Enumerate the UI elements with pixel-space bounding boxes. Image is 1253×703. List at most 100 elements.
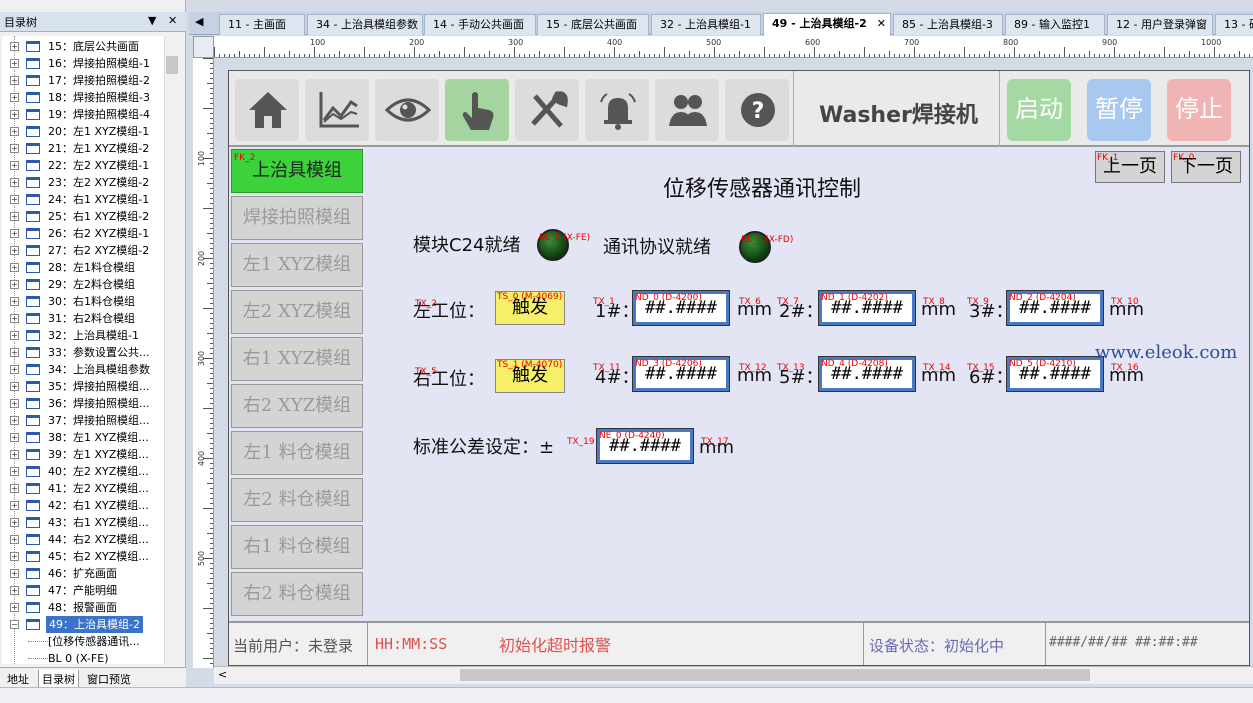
- menu-item-9[interactable]: 右2 料仓模组: [231, 572, 363, 616]
- menu-item-1[interactable]: 焊接拍照模组: [231, 196, 363, 240]
- tree-item[interactable]: +42：右1 XYZ模组...: [2, 497, 164, 514]
- menu-item-5[interactable]: 右2 XYZ模组: [231, 384, 363, 428]
- expand-icon[interactable]: +: [10, 501, 19, 510]
- tools-button[interactable]: [515, 79, 579, 141]
- tree-item[interactable]: +29：左2料仓模组: [2, 276, 164, 293]
- tab-page[interactable]: 14 - 手动公共画面: [424, 14, 536, 35]
- expand-icon[interactable]: +: [10, 416, 19, 425]
- horizontal-scrollbar-thumb[interactable]: [460, 669, 1090, 681]
- tab-page[interactable]: 15 - 底层公共画面: [537, 14, 649, 35]
- tree-item[interactable]: +15：底层公共画面: [2, 38, 164, 55]
- tab-address[interactable]: 地址: [4, 670, 32, 688]
- tree-item[interactable]: +23：左2 XYZ模组-2: [2, 174, 164, 191]
- expand-icon[interactable]: +: [10, 450, 19, 459]
- expand-icon[interactable]: −: [10, 620, 19, 629]
- expand-icon[interactable]: +: [10, 127, 19, 136]
- tree-item[interactable]: +25：右1 XYZ模组-2: [2, 208, 164, 225]
- expand-icon[interactable]: +: [10, 144, 19, 153]
- tree-scrollbar[interactable]: [164, 36, 180, 664]
- tree-item[interactable]: +35：焊接拍照模组...: [2, 378, 164, 395]
- tree-item[interactable]: +28：左1料仓模组: [2, 259, 164, 276]
- tree-item[interactable]: +44：右2 XYZ模组...: [2, 531, 164, 548]
- home-button[interactable]: [235, 79, 299, 141]
- expand-icon[interactable]: +: [10, 535, 19, 544]
- tree-item[interactable]: +34：上治具模组参数: [2, 361, 164, 378]
- alarm-button[interactable]: [585, 79, 649, 141]
- scroll-left-icon[interactable]: <: [218, 668, 227, 681]
- expand-icon[interactable]: +: [10, 586, 19, 595]
- tree-item[interactable]: +31：右2料仓模组: [2, 310, 164, 327]
- tab-page[interactable]: 85 - 上治具模组-3: [893, 14, 1003, 35]
- expand-icon[interactable]: +: [10, 603, 19, 612]
- expand-icon[interactable]: +: [10, 433, 19, 442]
- tree-item[interactable]: +21：左1 XYZ模组-2: [2, 140, 164, 157]
- monitor-button[interactable]: [375, 79, 439, 141]
- tree-item[interactable]: +38：左1 XYZ模组...: [2, 429, 164, 446]
- expand-icon[interactable]: +: [10, 59, 19, 68]
- close-icon[interactable]: ✕: [168, 14, 177, 27]
- expand-icon[interactable]: +: [10, 178, 19, 187]
- expand-icon[interactable]: +: [10, 76, 19, 85]
- tab-close-icon[interactable]: ✕: [877, 14, 886, 33]
- stop-button[interactable]: 停止: [1167, 79, 1231, 141]
- expand-icon[interactable]: +: [10, 229, 19, 238]
- manual-button[interactable]: [445, 79, 509, 141]
- tree-item[interactable]: +17：焊接拍照模组-2: [2, 72, 164, 89]
- tree-item[interactable]: +41：左2 XYZ模组...: [2, 480, 164, 497]
- menu-item-2[interactable]: 左1 XYZ模组: [231, 243, 363, 287]
- tab-page[interactable]: 32 - 上治具模组-1: [651, 14, 761, 35]
- start-button[interactable]: 启动: [1007, 79, 1071, 141]
- pin-dropdown-icon[interactable]: ▼: [148, 14, 156, 27]
- expand-icon[interactable]: +: [10, 365, 19, 374]
- tab-page[interactable]: 34 - 上治具模组参数: [307, 14, 423, 35]
- tree-subitem[interactable]: BL 0 (X-FE): [2, 650, 164, 664]
- tree-item[interactable]: +37：焊接拍照模组...: [2, 412, 164, 429]
- help-button[interactable]: ?: [725, 79, 789, 141]
- tree-item[interactable]: +43：右1 XYZ模组...: [2, 514, 164, 531]
- tab-page[interactable]: 49 - 上治具模组-2 ✕: [763, 13, 891, 36]
- tree-item[interactable]: +39：左1 XYZ模组...: [2, 446, 164, 463]
- menu-item-7[interactable]: 左2 料仓模组: [231, 478, 363, 522]
- tree-item[interactable]: +33：参数设置公共...: [2, 344, 164, 361]
- pause-button[interactable]: 暂停: [1087, 79, 1151, 141]
- tree-item[interactable]: +18：焊接拍照模组-3: [2, 89, 164, 106]
- tree-item[interactable]: +45：右2 XYZ模组...: [2, 548, 164, 565]
- expand-icon[interactable]: +: [10, 161, 19, 170]
- expand-icon[interactable]: +: [10, 348, 19, 357]
- tab-window-preview[interactable]: 窗口预览: [84, 670, 134, 688]
- tree-item[interactable]: +22：左2 XYZ模组-1: [2, 157, 164, 174]
- tree-item[interactable]: +26：右2 XYZ模组-1: [2, 225, 164, 242]
- menu-item-8[interactable]: 右1 料仓模组: [231, 525, 363, 569]
- expand-icon[interactable]: +: [10, 212, 19, 221]
- tree-item[interactable]: +20：左1 XYZ模组-1: [2, 123, 164, 140]
- expand-icon[interactable]: +: [10, 246, 19, 255]
- trend-button[interactable]: [305, 79, 369, 141]
- expand-icon[interactable]: +: [10, 331, 19, 340]
- tree-subitem[interactable]: [位移传感器通讯...: [2, 633, 164, 650]
- expand-icon[interactable]: +: [10, 484, 19, 493]
- expand-icon[interactable]: +: [10, 110, 19, 119]
- tab-page[interactable]: 89 - 输入监控1: [1005, 14, 1105, 35]
- menu-item-4[interactable]: 右1 XYZ模组: [231, 337, 363, 381]
- tree-item[interactable]: +46：扩充画面: [2, 565, 164, 582]
- expand-icon[interactable]: +: [10, 93, 19, 102]
- tab-page[interactable]: 13 - 确: [1215, 14, 1253, 35]
- tree-item[interactable]: +36：焊接拍照模组...: [2, 395, 164, 412]
- tree-item[interactable]: − 49：上治具模组-2: [2, 616, 164, 633]
- users-button[interactable]: [655, 79, 719, 141]
- tab-scroll-left-icon[interactable]: ◀: [195, 15, 203, 28]
- expand-icon[interactable]: +: [10, 552, 19, 561]
- tab-page[interactable]: 12 - 用户登录弹窗: [1107, 14, 1213, 35]
- tree-item[interactable]: +48：报警画面: [2, 599, 164, 616]
- menu-item-3[interactable]: 左2 XYZ模组: [231, 290, 363, 334]
- expand-icon[interactable]: +: [10, 42, 19, 51]
- tree-item[interactable]: +30：右1料仓模组: [2, 293, 164, 310]
- tree-item[interactable]: +40：左2 XYZ模组...: [2, 463, 164, 480]
- tree-item[interactable]: +27：右2 XYZ模组-2: [2, 242, 164, 259]
- expand-icon[interactable]: +: [10, 399, 19, 408]
- tab-page[interactable]: 11 - 主画面: [219, 14, 305, 35]
- expand-icon[interactable]: +: [10, 195, 19, 204]
- expand-icon[interactable]: +: [10, 297, 19, 306]
- expand-icon[interactable]: +: [10, 280, 19, 289]
- expand-icon[interactable]: +: [10, 569, 19, 578]
